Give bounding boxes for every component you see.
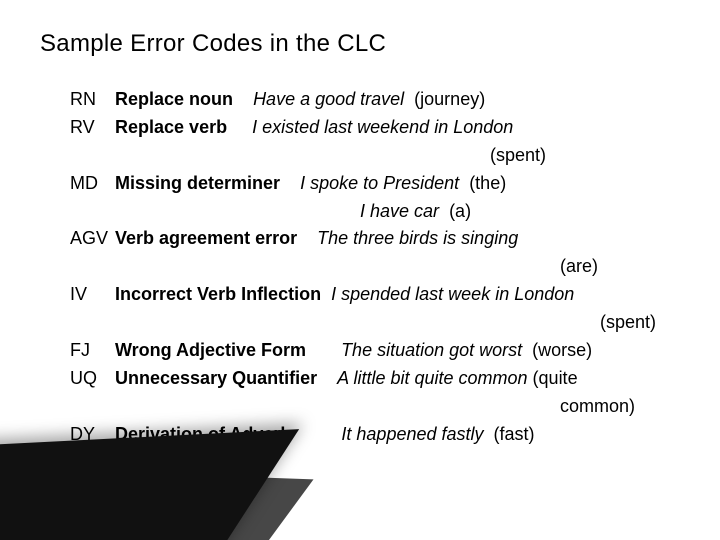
code: RV bbox=[70, 114, 110, 142]
example: I spoke to President bbox=[300, 173, 459, 193]
correction: (worse) bbox=[532, 340, 592, 360]
name: Replace noun bbox=[115, 89, 233, 109]
example: Have a good travel bbox=[253, 89, 404, 109]
row-iv-corr: (spent) bbox=[70, 309, 680, 337]
correction: common) bbox=[560, 396, 635, 416]
row-uq-corr2: common) bbox=[70, 393, 680, 421]
name: Verb agreement error bbox=[115, 228, 297, 248]
example: I have car bbox=[360, 201, 439, 221]
example: The three birds is singing bbox=[317, 228, 518, 248]
correction: (quite bbox=[533, 368, 578, 388]
slide: Sample Error Codes in the CLC RN Replace… bbox=[0, 0, 720, 540]
code: RN bbox=[70, 86, 110, 114]
code: MD bbox=[70, 170, 110, 198]
row-rn: RN Replace noun Have a good travel (jour… bbox=[70, 86, 680, 114]
row-iv: IV Incorrect Verb Inflection I spended l… bbox=[70, 281, 680, 309]
row-agv-corr: (are) bbox=[70, 253, 680, 281]
example: I spended last week in London bbox=[331, 284, 574, 304]
example: A little bit quite common bbox=[337, 368, 527, 388]
row-fj: FJ Wrong Adjective Form The situation go… bbox=[70, 337, 680, 365]
row-rv-corr: (spent) bbox=[70, 142, 680, 170]
row-md-ex2: I have car (a) bbox=[70, 198, 680, 226]
correction: (spent) bbox=[490, 145, 546, 165]
row-agv: AGV Verb agreement error The three birds… bbox=[70, 225, 680, 253]
name: Wrong Adjective Form bbox=[115, 340, 306, 360]
correction: (fast) bbox=[494, 424, 535, 444]
correction: (the) bbox=[469, 173, 506, 193]
correction: (are) bbox=[560, 256, 598, 276]
example: I existed last weekend in London bbox=[252, 117, 513, 137]
row-rv: RV Replace verb I existed last weekend i… bbox=[70, 114, 680, 142]
correction: (spent) bbox=[600, 312, 656, 332]
name: Missing determiner bbox=[115, 173, 280, 193]
example: It happened fastly bbox=[341, 424, 483, 444]
name: Unnecessary Quantifier bbox=[115, 368, 317, 388]
name: Replace verb bbox=[115, 117, 227, 137]
correction: (journey) bbox=[414, 89, 485, 109]
code: FJ bbox=[70, 337, 110, 365]
code: UQ bbox=[70, 365, 110, 393]
row-uq: UQ Unnecessary Quantifier A little bit q… bbox=[70, 365, 680, 393]
page-title: Sample Error Codes in the CLC bbox=[40, 30, 680, 58]
error-code-list: RN Replace noun Have a good travel (jour… bbox=[70, 86, 680, 449]
correction: (a) bbox=[449, 201, 471, 221]
code: IV bbox=[70, 281, 110, 309]
code: AGV bbox=[70, 225, 110, 253]
row-md: MD Missing determiner I spoke to Preside… bbox=[70, 170, 680, 198]
name: Incorrect Verb Inflection bbox=[115, 284, 321, 304]
example: The situation got worst bbox=[341, 340, 522, 360]
